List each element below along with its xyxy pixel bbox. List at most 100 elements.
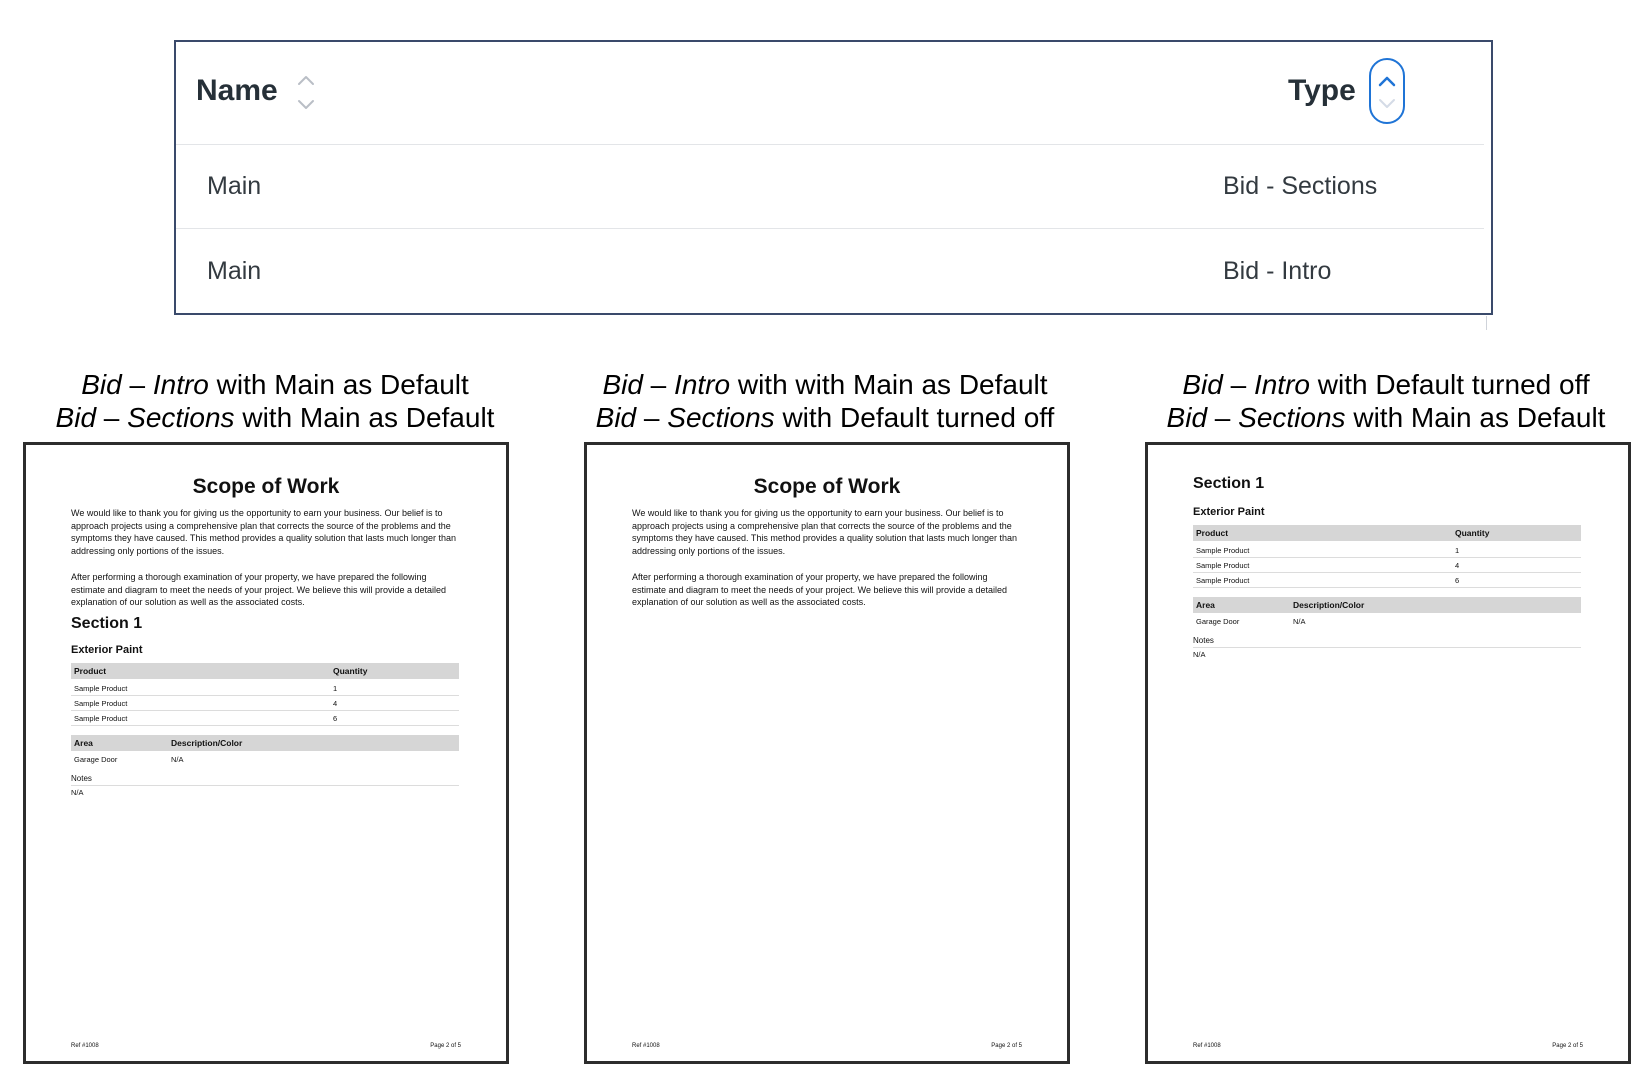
caption-line: Bid – Intro with with Main as Default — [565, 368, 1085, 401]
notes-divider — [71, 785, 459, 786]
row-name: Main — [207, 172, 262, 200]
table-row: Sample Product 4 — [1193, 558, 1581, 573]
caption-dash: – — [1207, 402, 1239, 433]
caption-italic: Bid — [81, 369, 122, 400]
footer-page: Page 2 of 5 — [1552, 1043, 1583, 1049]
header-product: Product — [1196, 528, 1229, 538]
caption-italic: Bid — [1182, 369, 1223, 400]
table-row: Sample Product 1 — [71, 681, 459, 696]
row-type: Bid - Sections — [1223, 172, 1378, 200]
table-row: Sample Product 4 — [71, 696, 459, 711]
cell-description: N/A — [1293, 617, 1306, 626]
templates-table: Name Type Main Bid - Sections Main Bid -… — [174, 40, 1493, 315]
cell-area: Garage Door — [1196, 617, 1240, 626]
products-header: Product Quantity — [1193, 525, 1581, 541]
caption-text: with Default turned off — [774, 402, 1055, 433]
caption-line: Bid – Intro with Main as Default — [15, 368, 535, 401]
cell-quantity: 1 — [1455, 546, 1460, 555]
footer-ref: Ref #1008 — [71, 1043, 99, 1049]
caption-text: with Main as Default — [234, 402, 495, 433]
table-row: Sample Product 1 — [1193, 543, 1581, 558]
header-product: Product — [74, 666, 107, 676]
sort-name-icon[interactable] — [294, 71, 318, 115]
cell-quantity: 6 — [1455, 576, 1460, 585]
caption-2: Bid – Intro with with Main as Default Bi… — [565, 368, 1085, 434]
caption-italic: Intro — [152, 369, 209, 400]
caption-italic: Intro — [674, 369, 731, 400]
caption-italic: Sections — [1238, 402, 1346, 433]
caption-italic: Bid — [602, 369, 643, 400]
footer-ref: Ref #1008 — [632, 1043, 660, 1049]
caption-italic: Intro — [1253, 369, 1310, 400]
document-preview-2: Scope of Work We would like to thank you… — [584, 442, 1070, 1064]
cell-quantity: 6 — [333, 714, 338, 723]
header-description: Description/Color — [1293, 600, 1365, 610]
caption-3: Bid – Intro with Default turned off Bid … — [1126, 368, 1640, 434]
caption-italic: Bid — [55, 402, 97, 433]
caption-text: with Main as Default — [1345, 402, 1606, 433]
caption-1: Bid – Intro with Main as Default Bid – S… — [15, 368, 535, 434]
scope-title: Scope of Work — [192, 475, 340, 498]
intro-paragraph: After performing a thorough examination … — [632, 572, 1008, 607]
caption-italic: Sections — [667, 402, 775, 433]
subsection-title: Exterior Paint — [1193, 506, 1265, 518]
document-preview-1: Scope of Work We would like to thank you… — [23, 442, 509, 1064]
table-row[interactable]: Main Bid - Intro — [176, 229, 1484, 313]
table-row: Garage Door N/A — [71, 752, 459, 766]
table-row[interactable]: Main Bid - Sections — [176, 144, 1484, 229]
notes-label: Notes — [1193, 636, 1214, 645]
section-title: Section 1 — [1193, 475, 1265, 492]
table-row: Sample Product 6 — [71, 711, 459, 726]
subsection-title: Exterior Paint — [71, 644, 143, 656]
caption-text: with Main as Default — [208, 369, 469, 400]
cell-product: Sample Product — [1196, 561, 1250, 570]
caption-line: Bid – Sections with Main as Default — [1126, 401, 1640, 434]
row-name: Main — [207, 257, 262, 285]
header-description: Description/Color — [171, 738, 243, 748]
row-type: Bid - Intro — [1223, 257, 1332, 285]
caption-text: with with Main as Default — [730, 369, 1048, 400]
intro-paragraph: After performing a thorough examination … — [71, 572, 447, 607]
scope-title: Scope of Work — [753, 475, 901, 498]
caption-line: Bid – Intro with Default turned off — [1126, 368, 1640, 401]
cell-product: Sample Product — [1196, 546, 1250, 555]
header-quantity: Quantity — [333, 666, 368, 676]
products-header: Product Quantity — [71, 663, 459, 679]
notes-divider — [1193, 647, 1581, 648]
cell-product: Sample Product — [74, 714, 128, 723]
cell-area: Garage Door — [74, 755, 118, 764]
column-header-name[interactable]: Name — [196, 74, 278, 108]
footer-page: Page 2 of 5 — [991, 1043, 1022, 1049]
header-area: Area — [74, 738, 93, 748]
header-area: Area — [1196, 600, 1215, 610]
caption-italic: Sections — [127, 402, 235, 433]
column-header-type[interactable]: Type — [1288, 74, 1356, 108]
notes-label: Notes — [71, 774, 92, 783]
caption-italic: Bid — [595, 402, 637, 433]
caption-text: with Default turned off — [1309, 369, 1590, 400]
intro-paragraph: We would like to thank you for giving us… — [632, 508, 1018, 556]
caption-italic: Bid — [1166, 402, 1208, 433]
caption-dash: – — [636, 402, 668, 433]
notes-value: N/A — [71, 788, 84, 797]
table-row: Sample Product 6 — [1193, 573, 1581, 588]
caption-dash: – — [1222, 369, 1254, 400]
cell-quantity: 4 — [1455, 561, 1460, 570]
table-row: Garage Door N/A — [1193, 614, 1581, 628]
intro-paragraph: We would like to thank you for giving us… — [71, 508, 457, 556]
cell-quantity: 1 — [333, 684, 338, 693]
header-quantity: Quantity — [1455, 528, 1490, 538]
caption-line: Bid – Sections with Default turned off — [565, 401, 1085, 434]
cell-product: Sample Product — [1196, 576, 1250, 585]
sort-type-icon[interactable] — [1369, 58, 1405, 124]
footer-page: Page 2 of 5 — [430, 1043, 461, 1049]
caption-dash: – — [642, 369, 675, 400]
table-scrollbar[interactable] — [1486, 316, 1487, 330]
area-header: Area Description/Color — [71, 735, 459, 751]
footer-ref: Ref #1008 — [1193, 1043, 1221, 1049]
caption-dash: – — [121, 369, 153, 400]
caption-line: Bid – Sections with Main as Default — [15, 401, 535, 434]
cell-product: Sample Product — [74, 699, 128, 708]
document-preview-3: Section 1 Exterior Paint Product Quantit… — [1145, 442, 1631, 1064]
cell-product: Sample Product — [74, 684, 128, 693]
